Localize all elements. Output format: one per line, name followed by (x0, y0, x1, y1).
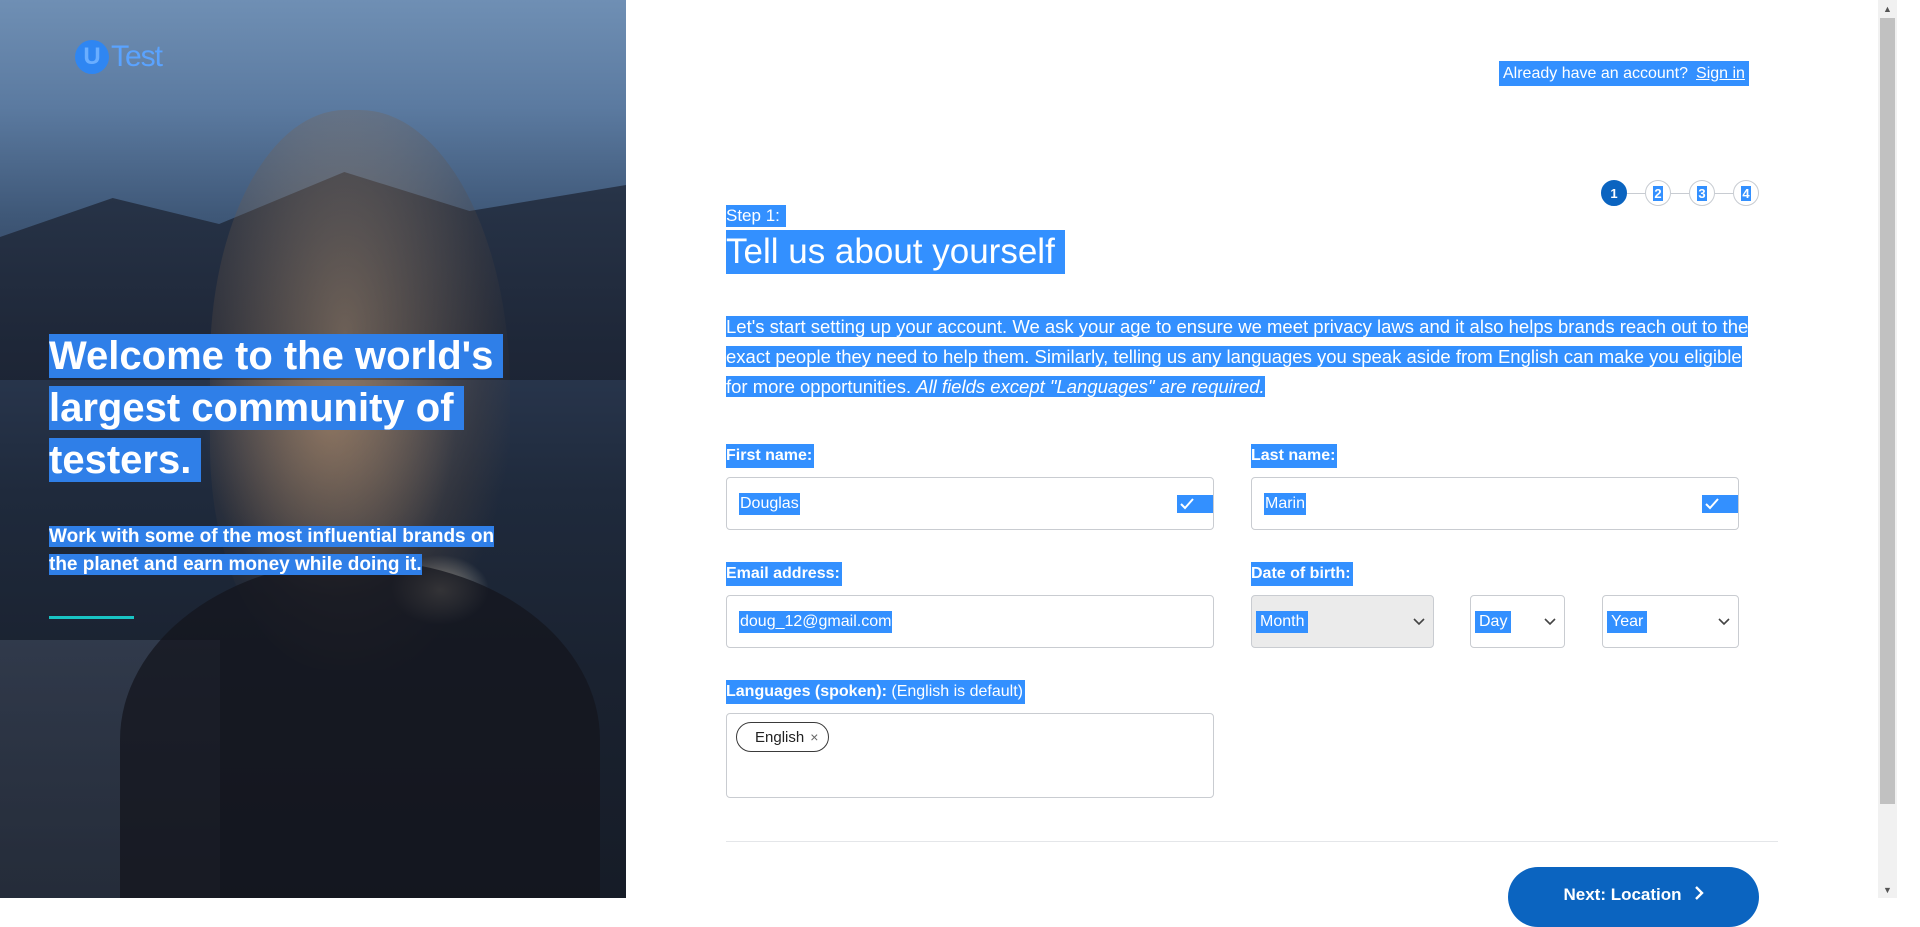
step-label: Step 1: (726, 205, 786, 227)
language-chip-label: English (755, 728, 805, 746)
languages-hint: (English is default) (891, 683, 1023, 700)
utest-logo[interactable]: U Test (75, 38, 185, 76)
hero-subtitle: Work with some of the most influential b… (49, 523, 559, 579)
logo-u-mark: U (75, 40, 109, 74)
step-connector (1627, 192, 1645, 194)
intro-paragraph: Let's start setting up your account. We … (726, 312, 1766, 402)
last-name-label: Last name: (1251, 444, 1338, 468)
step-1-indicator: 1 (1601, 180, 1627, 206)
signin-prompt: Already have an account? Sign in (1499, 61, 1749, 86)
hero-accent-line (49, 616, 134, 619)
scrollbar-thumb[interactable] (1880, 18, 1895, 804)
account-prompt-text: Already have an account? (1503, 64, 1689, 82)
remove-chip-icon[interactable]: × (810, 729, 818, 745)
dob-day-select[interactable]: Day (1470, 595, 1565, 648)
step-3-number: 3 (1697, 185, 1707, 201)
first-name-label: First name: (726, 444, 815, 468)
next-location-button[interactable]: Next: Location (1508, 867, 1759, 927)
chevron-right-icon (1694, 885, 1704, 906)
dob-year-value: Year (1607, 610, 1648, 633)
page-edge (1897, 0, 1920, 898)
last-name-valid-check-icon (1702, 495, 1738, 513)
signin-link[interactable]: Sign in (1696, 65, 1745, 83)
hero-subtitle-line-1: Work with some of the most influential b… (49, 526, 495, 547)
step-4-number: 4 (1741, 185, 1751, 201)
email-label: Email address: (726, 562, 842, 586)
first-name-value: Douglas (739, 492, 800, 515)
intro-required-note: All fields except "Languages" are requir… (916, 376, 1265, 397)
email-field[interactable]: doug_12@gmail.com (726, 595, 1214, 648)
language-chip-english: English × (736, 722, 830, 752)
progress-stepper: 1 2 3 4 (1601, 180, 1759, 206)
chevron-down-icon (1413, 617, 1425, 625)
page-title: Tell us about yourself (726, 230, 1065, 274)
next-button-label: Next: Location (1563, 885, 1682, 904)
hero-panel: U Test Welcome to the world's largest co… (0, 0, 626, 898)
last-name-value: Marin (1264, 492, 1307, 515)
scroll-up-arrow-icon[interactable]: ▲ (1878, 0, 1897, 17)
step-connector (1715, 192, 1733, 194)
form-divider (726, 841, 1778, 842)
hero-title-line-3: testers. (49, 438, 202, 482)
dob-day-value: Day (1475, 610, 1512, 633)
page-scrollbar[interactable]: ▲ ▼ (1878, 0, 1897, 898)
step-1-number: 1 (1610, 185, 1618, 201)
step-2-indicator: 2 (1645, 180, 1671, 206)
dob-year-select[interactable]: Year (1602, 595, 1739, 648)
dob-month-select[interactable]: Month (1251, 595, 1434, 648)
chevron-down-icon (1544, 617, 1556, 625)
dob-month-value: Month (1256, 610, 1309, 633)
first-name-field[interactable]: Douglas (726, 477, 1214, 530)
hero-title-line-2: largest community of (49, 386, 464, 430)
last-name-field[interactable]: Marin (1251, 477, 1739, 530)
languages-label: Languages (spoken): (English is default) (726, 680, 1025, 704)
step-4-indicator: 4 (1733, 180, 1759, 206)
chevron-down-icon (1718, 617, 1730, 625)
logo-text: Test (111, 40, 163, 73)
hero-title-line-1: Welcome to the world's (49, 334, 504, 378)
languages-label-text: Languages (spoken): (726, 683, 887, 700)
scroll-down-arrow-icon[interactable]: ▼ (1878, 881, 1897, 898)
first-name-valid-check-icon (1177, 495, 1213, 513)
step-connector (1671, 192, 1689, 194)
step-3-indicator: 3 (1689, 180, 1715, 206)
languages-input[interactable]: English × (726, 713, 1214, 798)
email-value: doug_12@gmail.com (739, 610, 893, 633)
hero-title: Welcome to the world's largest community… (49, 330, 549, 486)
hero-background-silhouette (120, 560, 600, 898)
step-2-number: 2 (1653, 185, 1663, 201)
hero-subtitle-line-2: the planet and earn money while doing it… (49, 554, 422, 575)
dob-label: Date of birth: (1251, 562, 1353, 586)
